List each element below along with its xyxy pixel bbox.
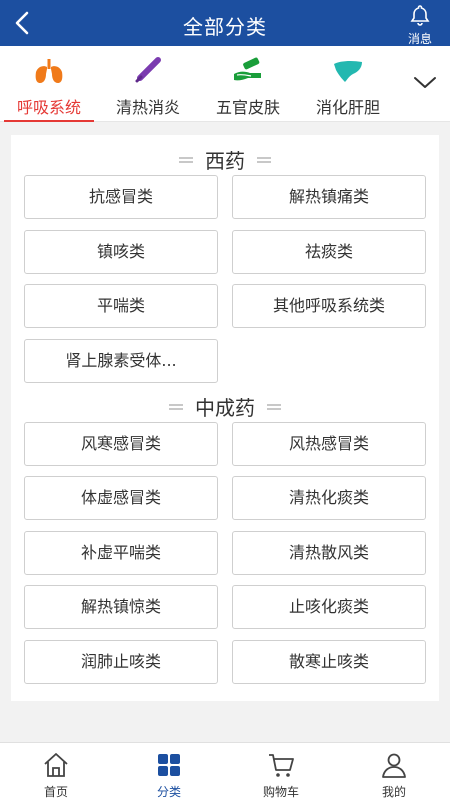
nav-label: 我的	[381, 785, 406, 799]
category-item[interactable]: 肾上腺素受体...	[24, 339, 218, 383]
bell-icon	[410, 5, 430, 26]
tab-label: 呼吸系统	[16, 98, 81, 117]
section-title-chinese: 中成药	[11, 392, 439, 420]
tab-respiratory[interactable]: 呼吸系统	[0, 46, 98, 122]
category-item[interactable]: 体虚感冒类	[24, 476, 218, 520]
divider	[179, 156, 193, 163]
active-tab-indicator	[4, 120, 94, 122]
tab-anti-inflammatory[interactable]: 清热消炎	[100, 46, 196, 122]
tab-digestive-liver[interactable]: 消化肝胆	[300, 46, 396, 122]
divider	[267, 403, 281, 410]
category-item[interactable]: 解热镇惊类	[24, 585, 218, 629]
category-tabs: 呼吸系统 清热消炎 五官皮肤 消化肝胆	[0, 46, 450, 122]
category-item[interactable]: 风热感冒类	[232, 422, 426, 466]
tab-label: 清热消炎	[115, 98, 180, 117]
cart-icon	[269, 754, 294, 777]
category-item[interactable]: 散寒止咳类	[232, 640, 426, 684]
thermometer-icon	[135, 57, 161, 83]
nav-category[interactable]: 分类	[113, 743, 225, 800]
section-title-text: 中成药	[195, 396, 255, 420]
category-item[interactable]: 其他呼吸系统类	[232, 284, 426, 328]
category-item[interactable]: 润肺止咳类	[24, 640, 218, 684]
bottom-nav: 首页 分类 购物车 我的	[0, 742, 450, 800]
section-title-western: 西药	[11, 145, 439, 173]
liver-icon	[334, 60, 362, 82]
lungs-icon	[35, 59, 63, 83]
category-grid-icon	[158, 754, 180, 776]
category-item[interactable]: 补虚平喘类	[24, 531, 218, 575]
tab-label: 消化肝胆	[315, 98, 380, 117]
nav-mine[interactable]: 我的	[338, 743, 450, 800]
category-item[interactable]: 平喘类	[24, 284, 218, 328]
nav-home[interactable]: 首页	[0, 743, 112, 800]
hand-cream-icon	[234, 57, 261, 81]
message-button[interactable]: 消息	[402, 4, 438, 46]
chevron-down-icon	[414, 77, 436, 88]
category-item[interactable]: 清热散风类	[232, 531, 426, 575]
divider	[169, 403, 183, 410]
expand-tabs-button[interactable]	[412, 72, 438, 92]
message-label: 消息	[407, 32, 432, 46]
category-item[interactable]: 止咳化痰类	[232, 585, 426, 629]
category-item[interactable]: 解热镇痛类	[232, 175, 426, 219]
user-icon	[382, 753, 406, 778]
nav-cart[interactable]: 购物车	[225, 743, 337, 800]
section-title-text: 西药	[205, 149, 245, 173]
nav-label: 购物车	[262, 785, 299, 799]
tab-label: 五官皮肤	[215, 98, 280, 117]
category-item[interactable]: 清热化痰类	[232, 476, 426, 520]
category-item[interactable]: 祛痰类	[232, 230, 426, 274]
category-item[interactable]: 抗感冒类	[24, 175, 218, 219]
page-title: 全部分类	[183, 15, 267, 39]
tab-ent-skin[interactable]: 五官皮肤	[200, 46, 296, 122]
category-item[interactable]: 风寒感冒类	[24, 422, 218, 466]
nav-label: 分类	[156, 785, 181, 799]
category-panel: 西药 抗感冒类 解热镇痛类 镇咳类 祛痰类 平喘类 其他呼吸系统类 肾上腺素受体…	[11, 135, 439, 701]
nav-label: 首页	[43, 785, 68, 799]
top-bar: 全部分类 消息	[0, 0, 450, 46]
divider	[257, 156, 271, 163]
home-icon	[44, 753, 68, 777]
category-item[interactable]: 镇咳类	[24, 230, 218, 274]
